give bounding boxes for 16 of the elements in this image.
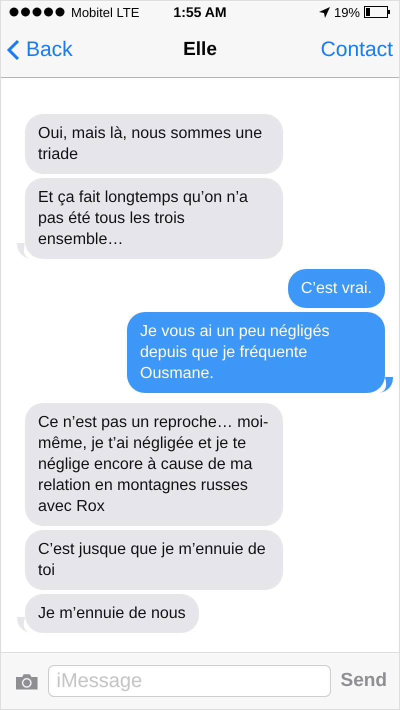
clock-time: 1:55 AM — [173, 4, 227, 20]
contact-button[interactable]: Contact — [320, 38, 393, 62]
send-button[interactable]: Send — [340, 670, 387, 692]
message-input[interactable]: iMessage — [48, 665, 331, 697]
back-button[interactable]: Back — [7, 38, 73, 62]
chat-title: Elle — [183, 39, 217, 61]
message-bubble: Ce n’est pas un reproche… moi-même, je t’ai négligée et je te néglige encore à cause de ma relation en montagnes russes avec Rox — [25, 403, 283, 526]
location-icon — [318, 6, 330, 18]
chevron-left-icon — [7, 39, 20, 61]
battery-percent: 19% — [334, 4, 360, 20]
message-bubble: C’est jusque que je m’ennuie de toi — [25, 530, 283, 590]
message-bubble: C’est vrai. — [288, 269, 385, 308]
carrier-name: Mobitel LTE — [71, 4, 140, 20]
signal-icon — [9, 7, 67, 17]
message-bubble: Oui, mais là, nous sommes une triade — [25, 114, 283, 174]
battery-icon — [364, 6, 391, 18]
